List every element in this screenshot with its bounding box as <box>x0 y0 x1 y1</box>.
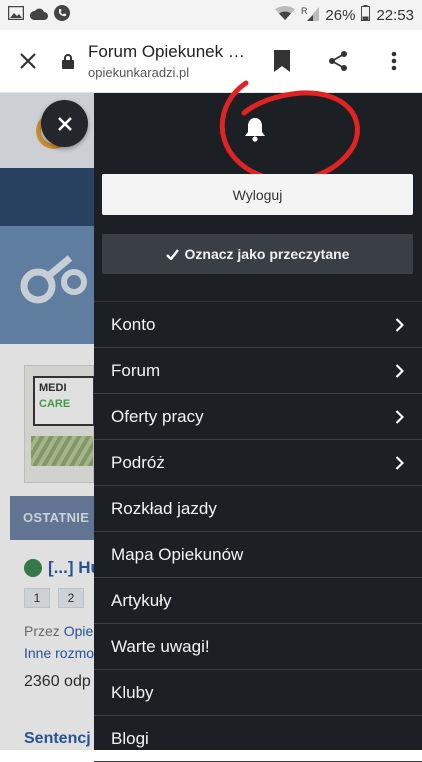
battery-icon <box>361 5 371 25</box>
gallery-icon <box>7 5 25 24</box>
close-tab-button[interactable] <box>0 30 56 93</box>
menu-item-oferty-pracy[interactable]: Oferty pracy <box>94 394 422 440</box>
mark-read-label: Oznacz jako przeczytane <box>184 246 350 262</box>
status-left-icons <box>7 5 70 25</box>
chevron-right-icon <box>392 363 406 378</box>
chevron-right-icon <box>392 409 406 424</box>
menu-item-forum[interactable]: Forum <box>94 348 422 394</box>
clock: 22:53 <box>376 6 414 24</box>
menu-item-label: Podróż <box>111 452 165 472</box>
mark-read-button[interactable]: Oznacz jako przeczytane <box>102 234 413 274</box>
more-options-button[interactable] <box>366 30 422 93</box>
menu-item-label: Artykuły <box>111 590 172 610</box>
menu-item-warte-uwagi[interactable]: Warte uwagi! <box>94 624 422 670</box>
menu-item-label: Kluby <box>111 682 154 702</box>
lock-icon[interactable] <box>62 53 80 69</box>
menu-item-kluby[interactable]: Kluby <box>94 670 422 716</box>
phone-icon <box>54 5 70 25</box>
menu-item-label: Oferty pracy <box>111 406 204 426</box>
menu-item-label: Rozkład jazdy <box>111 498 217 518</box>
status-bar: R 26% 22:53 <box>0 0 422 30</box>
network-type-label: R <box>301 6 308 16</box>
menu-item-artykuly[interactable]: Artykuły <box>94 578 422 624</box>
close-icon <box>20 53 36 69</box>
menu-item-konto[interactable]: Konto <box>94 302 422 348</box>
check-icon <box>165 248 179 260</box>
chevron-right-icon <box>392 455 406 470</box>
share-icon <box>329 51 347 71</box>
menu-item-rozklad-jazdy[interactable]: Rozkład jazdy <box>94 486 422 532</box>
menu-item-blogi[interactable]: Blogi <box>94 716 422 762</box>
menu-item-label: Blogi <box>111 728 149 748</box>
status-right-icons: R 26% 22:53 <box>275 5 414 25</box>
wifi-icon <box>275 6 296 24</box>
chevron-right-icon <box>392 317 406 332</box>
menu-item-label: Konto <box>111 314 156 334</box>
page-overlay[interactable] <box>0 93 94 750</box>
logout-button[interactable]: Wyloguj <box>102 174 413 215</box>
battery-percent: 26% <box>325 6 356 24</box>
menu-item-label: Mapa Opiekunów <box>111 544 244 564</box>
close-menu-button[interactable] <box>41 100 88 147</box>
page-title: Forum Opiekunek o... <box>88 42 248 61</box>
menu-list: Konto Forum Oferty pracy Podróż Rozkład … <box>94 302 422 762</box>
side-menu: Wyloguj Oznacz jako przeczytane Konto Fo… <box>94 80 422 762</box>
menu-item-podroz[interactable]: Podróż <box>94 440 422 486</box>
menu-item-label: Warte uwagi! <box>111 636 210 656</box>
signal-icon: R <box>301 5 320 25</box>
menu-item-mapa-opiekunow[interactable]: Mapa Opiekunów <box>94 532 422 578</box>
cloud-icon <box>29 7 48 24</box>
bookmark-icon <box>274 50 290 72</box>
close-icon <box>57 116 72 131</box>
menu-item-label: Forum <box>111 360 161 380</box>
more-vert-icon <box>391 51 397 71</box>
